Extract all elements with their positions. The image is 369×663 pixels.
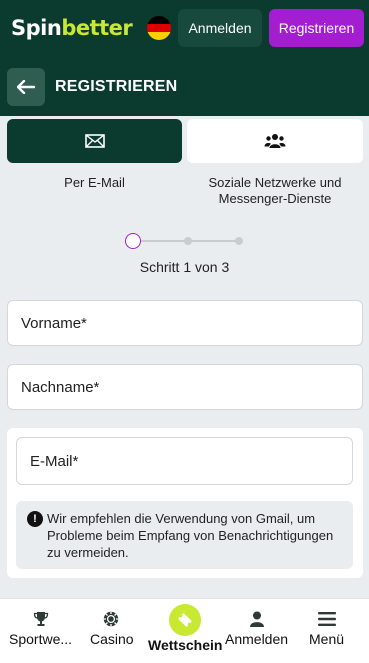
tab-social-registration[interactable] — [187, 119, 363, 163]
register-button[interactable]: Registrieren — [269, 9, 364, 47]
gmail-recommendation-note: ! Wir empfehlen die Verwendung von Gmail… — [16, 501, 353, 569]
nav-label-betslip: Wettschein — [148, 637, 223, 653]
de-flag-icon[interactable] — [147, 16, 171, 40]
tab-email-label: Per E-Mail — [64, 175, 125, 190]
nav-label-sports: Sportwe... — [9, 631, 73, 647]
bottom-nav: Sportwe... Casino Wettschein Anmelden Me… — [0, 598, 369, 663]
menu-icon — [318, 612, 336, 626]
trophy-icon — [33, 612, 49, 626]
top-bar: Spinbetter Anmelden Registrieren — [0, 0, 369, 58]
last-name-field[interactable]: Nachname* — [7, 364, 363, 410]
nav-item-sports[interactable]: Sportwe... — [0, 599, 82, 663]
page-header: REGISTRIEREN — [0, 58, 369, 116]
nav-label-menu: Menü — [309, 631, 345, 647]
ticket-icon — [178, 613, 192, 627]
page-title: REGISTRIEREN — [55, 78, 178, 95]
user-icon — [250, 611, 264, 627]
spinbetter-logo[interactable]: Spinbetter — [11, 16, 133, 40]
envelope-icon — [84, 134, 105, 148]
nav-item-menu[interactable]: Menü — [298, 599, 358, 663]
nav-label-casino: Casino — [90, 631, 134, 647]
logo-part-better: better — [61, 16, 133, 40]
step-progress-indicator — [124, 232, 246, 250]
first-name-field[interactable]: Vorname* — [7, 300, 363, 346]
login-button[interactable]: Anmelden — [178, 9, 262, 47]
gmail-recommendation-text: Wir empfehlen die Verwendung von Gmail, … — [47, 511, 334, 560]
step-2-dot — [184, 237, 192, 245]
step-3-dot — [235, 237, 243, 245]
exclamation-icon: ! — [27, 511, 43, 527]
step-1-active-dot — [125, 233, 141, 249]
nav-item-login[interactable]: Anmelden — [224, 599, 292, 663]
nav-item-casino[interactable]: Casino — [82, 599, 142, 663]
back-button[interactable] — [7, 68, 45, 106]
tab-email-registration[interactable] — [7, 119, 182, 163]
step-counter-text: Schritt 1 von 3 — [139, 259, 230, 275]
betslip-badge — [169, 604, 201, 636]
chip-icon — [103, 611, 119, 627]
nav-item-betslip[interactable]: Wettschein — [142, 599, 228, 663]
nav-label-login: Anmelden — [225, 631, 289, 647]
logo-part-spin: Spin — [11, 16, 62, 40]
users-icon — [264, 134, 286, 148]
email-field[interactable]: E-Mail* — [16, 437, 353, 485]
tab-social-label: Soziale Netzwerke und Messenger-Dienste — [208, 175, 342, 206]
arrow-left-icon — [17, 80, 35, 94]
